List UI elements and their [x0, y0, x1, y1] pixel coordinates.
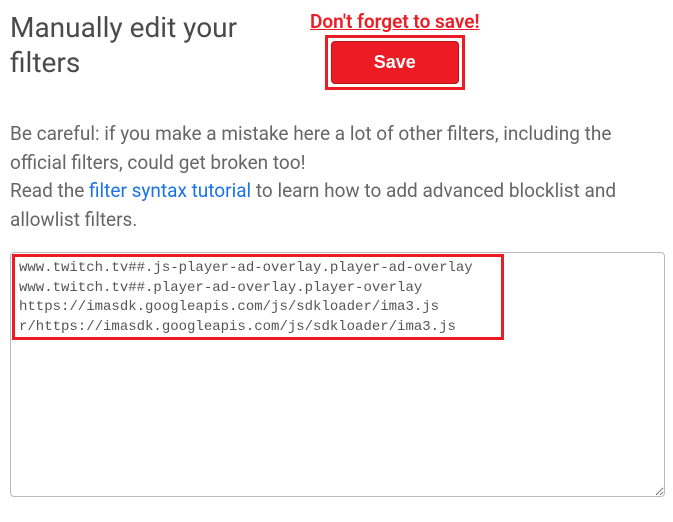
save-reminder-text: Don't forget to save!: [310, 10, 480, 33]
filters-textarea-wrap: [10, 252, 665, 501]
page-title: Manually edit your filters: [10, 10, 310, 80]
description-text: Be careful: if you make a mistake here a…: [10, 120, 663, 234]
filter-syntax-tutorial-link[interactable]: filter syntax tutorial: [89, 179, 251, 202]
filters-textarea[interactable]: [10, 252, 665, 497]
warning-text: Be careful: if you make a mistake here a…: [10, 122, 611, 174]
read-prefix: Read the: [10, 179, 89, 202]
save-button[interactable]: Save: [331, 41, 459, 84]
save-block: Don't forget to save! Save: [310, 10, 480, 90]
save-button-highlight: Save: [325, 35, 465, 90]
